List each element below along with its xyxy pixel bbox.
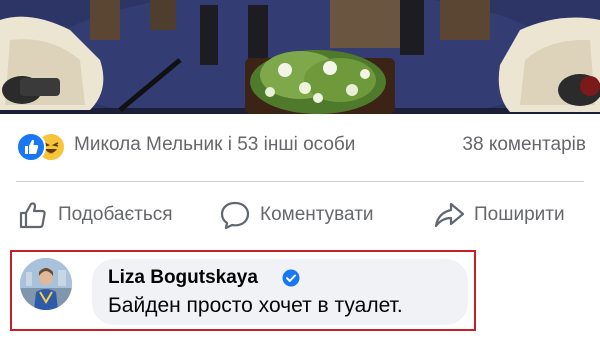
comment-bubble-icon <box>220 201 250 230</box>
thumbs-up-icon <box>19 202 46 229</box>
post-photo-illustration <box>0 0 600 114</box>
comment-bubble[interactable]: Liza Bogutskaya Байден просто хочет в ту… <box>92 259 468 325</box>
comment-author-name[interactable]: Liza Bogutskaya <box>108 267 258 289</box>
facebook-post: Микола Мельник і 53 інші особи 38 комент… <box>0 0 600 340</box>
share-arrow-icon <box>434 202 465 228</box>
comment-button-label: Коментувати <box>260 204 374 225</box>
share-button-label: Поширити <box>474 204 565 225</box>
like-button-label: Подобається <box>58 204 173 225</box>
reactions-summary: Микола Мельник і 53 інші особи 38 комент… <box>16 131 586 162</box>
comment-button[interactable]: Коментувати <box>218 190 374 240</box>
avatar[interactable] <box>20 258 72 310</box>
comments-count-link[interactable]: 38 коментарів <box>462 134 586 156</box>
like-icon <box>16 132 46 162</box>
share-button[interactable]: Поширити <box>432 190 565 240</box>
avatar-photo <box>20 258 72 310</box>
flower-arrangement <box>250 50 386 114</box>
post-photo[interactable] <box>0 0 600 114</box>
reactors-summary-link[interactable]: Микола Мельник і 53 інші особи <box>74 134 355 156</box>
divider <box>16 181 584 182</box>
post-actions: Подобається Коментувати Поширити <box>0 190 600 240</box>
like-button[interactable]: Подобається <box>16 190 173 240</box>
verified-badge-icon <box>282 269 300 287</box>
reaction-icons[interactable] <box>16 132 72 162</box>
comment-text: Байден просто хочет в туалет. <box>108 294 403 317</box>
